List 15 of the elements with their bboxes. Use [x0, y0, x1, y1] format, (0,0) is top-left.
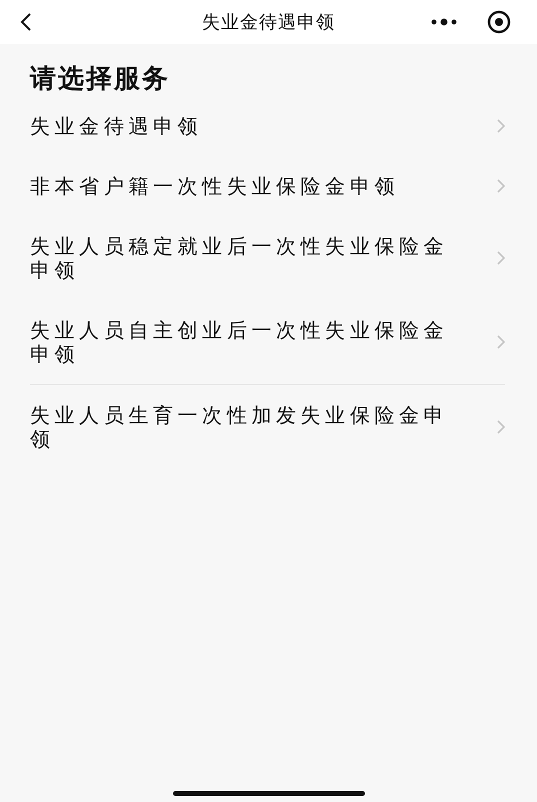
chevron-right-icon [497, 179, 505, 193]
more-icon[interactable] [431, 18, 457, 26]
service-item[interactable]: 非本省户籍一次性失业保险金申领 [30, 156, 505, 216]
service-item[interactable]: 失业人员生育一次性加发失业保险金申领 [30, 384, 505, 469]
section-heading: 请选择服务 [30, 64, 171, 94]
chevron-right-icon [497, 251, 505, 265]
chevron-right-icon [497, 335, 505, 349]
chevron-right-icon [497, 420, 505, 434]
service-item[interactable]: 失业金待遇申领 [30, 96, 505, 156]
service-item[interactable]: 失业人员自主创业后一次性失业保险金申领 [30, 300, 505, 384]
service-item[interactable]: 失业人员稳定就业后一次性失业保险金申领 [30, 216, 505, 300]
close-mini-program-icon[interactable] [487, 10, 511, 34]
back-icon[interactable] [20, 12, 32, 32]
chevron-right-icon [497, 119, 505, 133]
page-title: 失业金待遇申领 [202, 11, 335, 34]
